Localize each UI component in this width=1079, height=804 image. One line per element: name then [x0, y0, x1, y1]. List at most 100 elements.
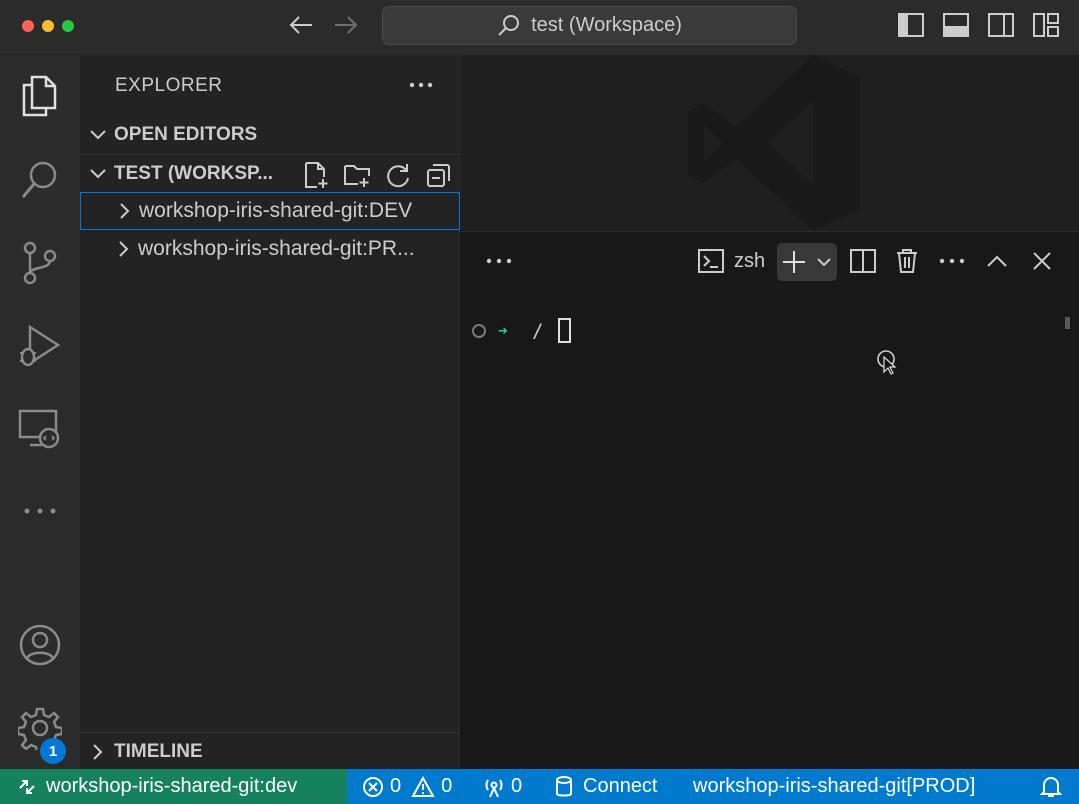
arrow-left-icon	[289, 16, 312, 34]
tree-item-dev[interactable]: workshop-iris-shared-git:DEV	[80, 192, 460, 230]
command-center-search[interactable]: test (Workspace)	[382, 6, 797, 45]
ports-count: 0	[511, 775, 523, 797]
server-name: workshop-iris-shared-git[PROD]	[693, 775, 976, 797]
prompt-path: /	[532, 319, 544, 342]
error-icon	[363, 776, 383, 797]
plus-icon	[783, 251, 805, 273]
search-icon	[498, 14, 520, 36]
new-file-button[interactable]	[300, 159, 331, 190]
status-bar: workshop-iris-shared-git:dev 0 0 0 Conne…	[0, 769, 1079, 804]
explorer-more-actions-button[interactable]	[406, 70, 436, 100]
tree-item-label: workshop-iris-shared-git:PR...	[138, 237, 415, 260]
ellipsis-icon	[24, 508, 56, 514]
source-control-activity[interactable]	[0, 228, 80, 298]
remote-explorer-icon	[18, 409, 60, 449]
notifications-button[interactable]	[1040, 769, 1062, 804]
toggle-primary-sidebar-button[interactable]	[897, 11, 925, 39]
split-terminal-button[interactable]	[847, 245, 879, 277]
section-label: TIMELINE	[114, 740, 203, 762]
explorer-sidebar: EXPLORER OPEN EDITORS TEST (WORKSP... wo…	[80, 55, 460, 769]
chevron-down-icon	[90, 168, 106, 178]
panel-bottom-icon	[943, 13, 969, 37]
more-activities[interactable]	[0, 476, 80, 546]
section-label: TEST (WORKSP...	[114, 162, 274, 184]
remote-name: workshop-iris-shared-git:dev	[46, 775, 298, 797]
refresh-icon	[386, 163, 409, 187]
new-terminal-button[interactable]	[777, 250, 811, 274]
sidebar-title: EXPLORER	[115, 75, 223, 96]
back-button[interactable]	[287, 11, 315, 39]
connect-button[interactable]: Connect	[555, 769, 658, 804]
new-terminal-group	[777, 243, 837, 281]
mouse-cursor-icon	[877, 350, 897, 375]
run-debug-icon	[20, 324, 61, 367]
command-decoration-icon	[472, 323, 486, 338]
chevron-down-icon	[817, 257, 831, 266]
remote-icon	[19, 779, 35, 794]
close-window-button[interactable]	[22, 20, 34, 32]
terminal-profiles-dropdown[interactable]	[811, 257, 837, 267]
terminal-tab-zsh[interactable]: zsh	[698, 245, 765, 277]
manage-activity[interactable]: 1	[0, 693, 80, 764]
accounts-activity[interactable]	[0, 610, 80, 680]
tree-item-label: workshop-iris-shared-git:DEV	[139, 199, 413, 222]
customize-layout-button[interactable]	[1032, 11, 1060, 39]
bell-icon	[1040, 776, 1062, 797]
terminal-scrollbar[interactable]	[1065, 317, 1070, 329]
split-icon	[850, 249, 876, 273]
warning-count: 0	[441, 775, 453, 797]
close-panel-button[interactable]	[1026, 245, 1058, 277]
run-debug-activity[interactable]	[0, 311, 80, 381]
toggle-panel-button[interactable]	[942, 11, 970, 39]
terminal-output[interactable]: ➜ /	[460, 290, 1079, 770]
trash-icon	[897, 249, 917, 273]
sidebar-right-icon	[988, 13, 1014, 37]
remote-indicator[interactable]: workshop-iris-shared-git:dev	[0, 769, 347, 804]
ellipsis-icon	[939, 258, 965, 264]
server-indicator[interactable]: workshop-iris-shared-git[PROD]	[693, 769, 975, 804]
ports-indicator[interactable]: 0	[483, 769, 522, 804]
connect-label: Connect	[583, 775, 658, 797]
forward-button[interactable]	[332, 11, 360, 39]
prompt-line: ➜ /	[472, 318, 571, 343]
minimize-window-button[interactable]	[42, 20, 54, 32]
search-activity[interactable]	[0, 145, 80, 215]
kill-terminal-button[interactable]	[891, 245, 923, 277]
ellipsis-icon	[409, 82, 433, 88]
title-bar: test (Workspace)	[0, 0, 1079, 55]
tree-item-prod[interactable]: workshop-iris-shared-git:PR...	[80, 230, 460, 268]
collapse-all-icon	[426, 163, 450, 187]
toggle-secondary-sidebar-button[interactable]	[987, 11, 1015, 39]
maximize-window-button[interactable]	[62, 20, 74, 32]
search-icon	[21, 161, 57, 198]
vscode-logo-watermark	[688, 55, 860, 231]
explorer-activity[interactable]	[0, 60, 80, 130]
ellipsis-icon	[486, 258, 512, 264]
panel-header: zsh	[460, 232, 1079, 290]
collapse-folders-button[interactable]	[423, 159, 454, 190]
terminal-icon	[698, 249, 724, 273]
section-open-editors[interactable]: OPEN EDITORS	[80, 116, 460, 154]
prompt-arrow-icon: ➜	[498, 321, 508, 340]
refresh-explorer-button[interactable]	[382, 159, 413, 190]
section-timeline[interactable]: TIMELINE	[80, 732, 460, 770]
chevron-down-icon	[90, 130, 106, 140]
database-icon	[556, 775, 572, 796]
terminal-cursor	[558, 318, 571, 343]
close-icon	[1033, 252, 1051, 270]
new-folder-button[interactable]	[341, 159, 372, 190]
panel-more-actions-button[interactable]	[483, 245, 515, 277]
chevron-right-icon	[119, 241, 129, 257]
section-workspace[interactable]: TEST (WORKSP...	[80, 154, 460, 192]
terminal-panel: zsh ➜ /	[460, 231, 1079, 769]
maximize-panel-button[interactable]	[981, 245, 1013, 277]
terminal-more-actions-button[interactable]	[936, 245, 968, 277]
chevron-right-icon	[93, 743, 103, 760]
window-title: test (Workspace)	[531, 14, 682, 36]
terminal-name: zsh	[734, 249, 766, 272]
remote-explorer-activity[interactable]	[0, 394, 80, 464]
problems-indicator[interactable]: 0 0	[362, 769, 452, 804]
section-label: OPEN EDITORS	[114, 124, 258, 145]
account-icon	[19, 624, 61, 666]
new-file-icon	[304, 161, 327, 188]
